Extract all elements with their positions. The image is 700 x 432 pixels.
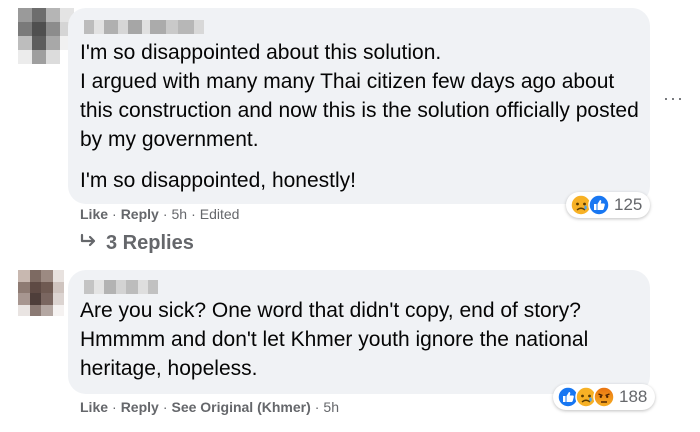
comment-paragraph: I'm so disappointed, honestly! [80, 169, 357, 192]
edited-label: Edited [199, 206, 240, 222]
like-reaction-icon [588, 194, 610, 216]
comment-text: I'm so disappointed about this solution.… [80, 38, 640, 195]
reply-arrow-icon [80, 232, 98, 255]
angry-reaction-icon [593, 386, 615, 408]
view-replies-button[interactable]: 3 Replies [80, 232, 194, 255]
timestamp[interactable]: 5h [323, 399, 339, 415]
see-original-button[interactable]: See Original (Khmer) [171, 399, 310, 415]
comment-paragraph: Are you sick? One word that didn't copy,… [80, 299, 589, 380]
like-button[interactable]: Like [80, 206, 108, 222]
timestamp[interactable]: 5h [171, 206, 187, 222]
reply-button[interactable]: Reply [121, 399, 159, 415]
replies-label: 3 Replies [106, 232, 194, 254]
avatar[interactable] [18, 270, 64, 316]
reaction-summary[interactable]: 125 [566, 192, 651, 218]
reaction-count: 188 [619, 387, 648, 406]
reply-button[interactable]: Reply [121, 206, 159, 222]
comment-actions: Like · Reply · 5h · Edited [80, 206, 240, 222]
blurred-author-name[interactable] [84, 280, 158, 294]
comment-bubble: Are you sick? One word that didn't copy,… [68, 270, 650, 394]
like-button[interactable]: Like [80, 399, 108, 415]
reaction-summary[interactable]: 188 [553, 384, 656, 410]
comment-text: Are you sick? One word that didn't copy,… [80, 296, 645, 383]
avatar[interactable] [18, 8, 74, 64]
comment-actions: Like · Reply · See Original (Khmer) · 5h [80, 399, 339, 415]
comment-paragraph: I'm so disappointed about this solution.… [80, 41, 639, 151]
reaction-count: 125 [614, 195, 643, 214]
ellipsis-icon[interactable]: ··· [663, 88, 684, 109]
blurred-author-name[interactable] [84, 20, 204, 34]
comment-bubble: I'm so disappointed about this solution.… [68, 8, 650, 204]
